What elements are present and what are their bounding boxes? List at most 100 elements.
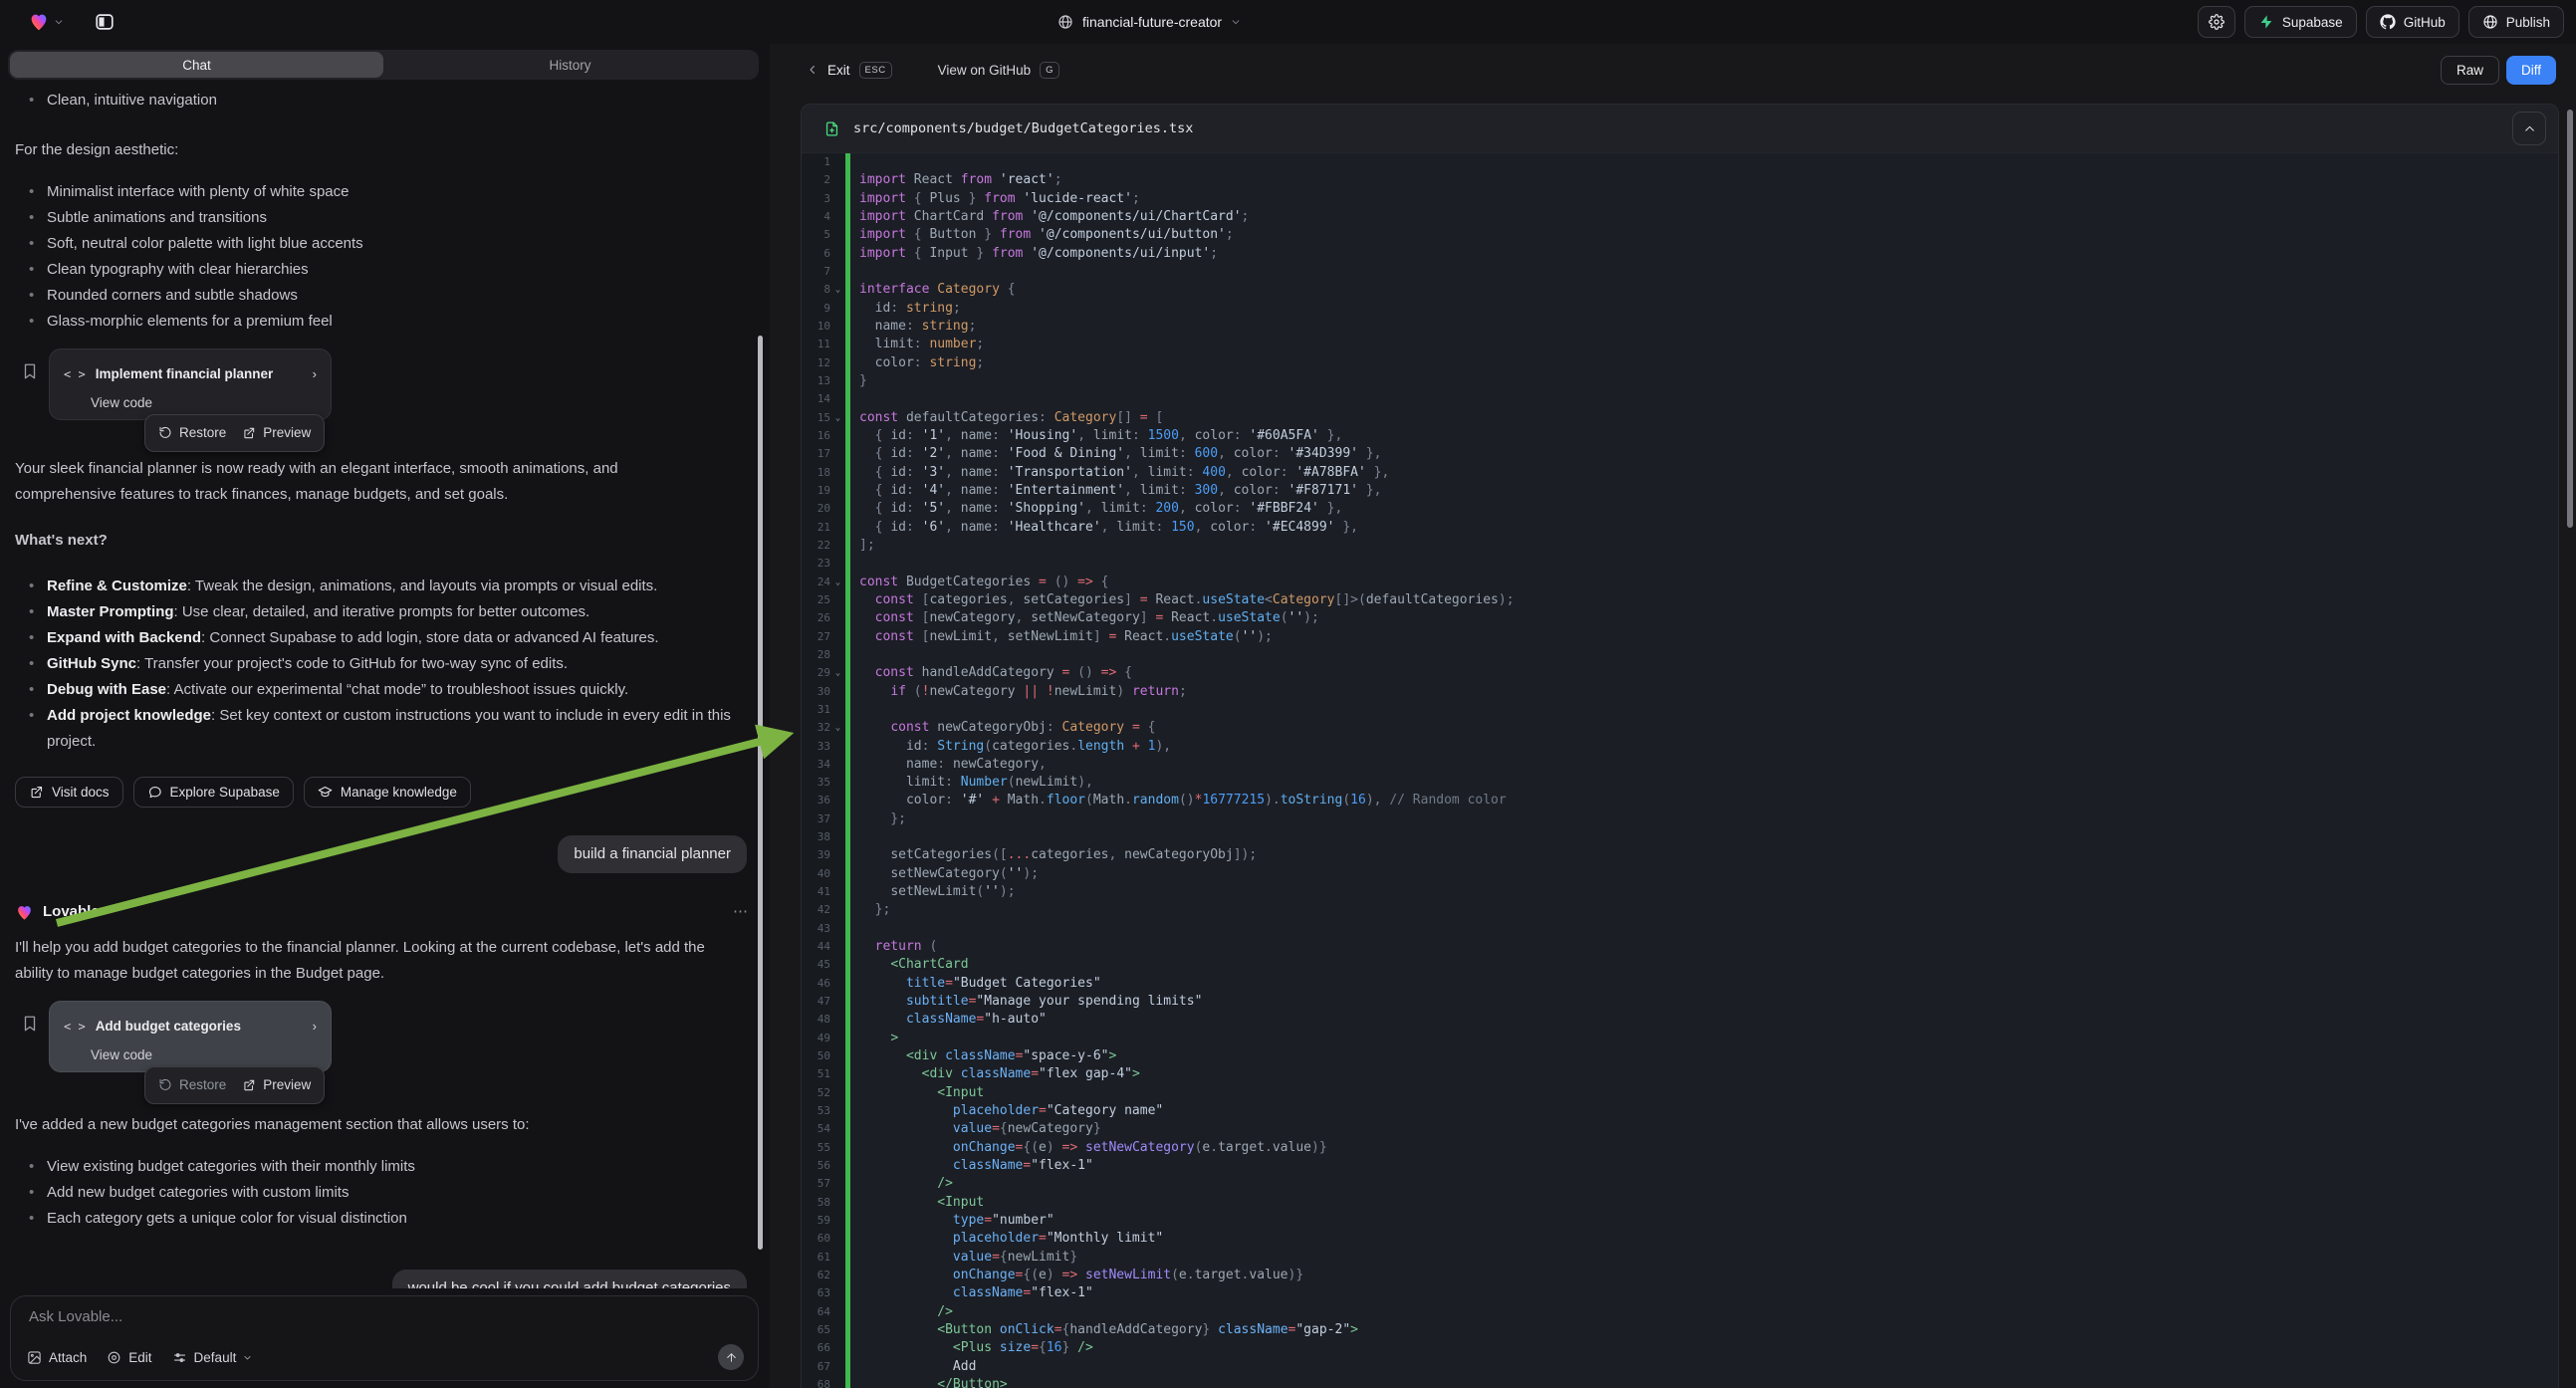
lovable-logo-menu[interactable] [28,11,64,33]
code-scrollbar-thumb[interactable] [2567,110,2573,528]
line-number: 47 [802,993,845,1011]
line-number: 38 [802,828,845,846]
line-number: 30 [802,683,845,701]
version-card-title: Implement financial planner [96,361,303,387]
fold-chevron-icon[interactable]: ⌄ [830,409,845,427]
external-link-icon [242,426,256,440]
code-editor: 12import React from 'react';3import { Pl… [802,153,2558,1388]
chevron-down-icon [243,1353,252,1362]
chat-transcript: Clean, intuitive navigation For the desi… [0,88,770,1288]
line-number: 60 [802,1230,845,1248]
project-switcher[interactable]: financial-future-creator [1057,0,1241,44]
chat-input[interactable] [29,1308,740,1325]
line-number: 16 [802,427,845,445]
code-line: 52 <Input [802,1084,2558,1102]
chevron-up-icon [2523,122,2536,135]
tab-history[interactable]: History [383,52,757,78]
lovable-heart-icon [15,903,34,922]
restore-button[interactable]: Restore [158,1072,226,1098]
list-item: GitHub Sync: Transfer your project's cod… [15,651,750,677]
line-number: 40 [802,865,845,883]
code-line: 10 name: string; [802,318,2558,336]
list-item: Soft, neutral color palette with light b… [15,231,750,257]
file-header[interactable]: src/components/budget/BudgetCategories.t… [802,105,2558,153]
version-card-add-budget-categories[interactable]: < > Add budget categories › View code [49,1001,332,1072]
code-line: 25 const [categories, setCategories] = R… [802,591,2558,609]
list-item: Refine & Customize: Tweak the design, an… [15,574,750,599]
visit-docs-button[interactable]: Visit docs [15,777,123,808]
code-line: 56 className="flex-1" [802,1157,2558,1175]
fold-chevron-icon[interactable]: ⌄ [830,664,845,682]
view-code-link[interactable]: View code [91,393,317,413]
list-item: Expand with Backend: Connect Supabase to… [15,625,750,651]
publish-button[interactable]: Publish [2468,6,2564,38]
message-menu-button[interactable]: ⋯ [733,899,750,925]
exit-button[interactable]: Exit ESC [807,62,892,79]
code-line: 66 <Plus size={16} /> [802,1339,2558,1357]
line-number: 20 [802,500,845,518]
code-line: 27 const [newLimit, setNewLimit] = React… [802,628,2558,646]
explore-supabase-button[interactable]: Explore Supabase [133,777,294,808]
code-line: 63 className="flex-1" [802,1284,2558,1302]
preview-button[interactable]: Preview [242,1072,311,1098]
supabase-button[interactable]: Supabase [2244,6,2357,38]
added-list: View existing budget categories with the… [15,1154,750,1232]
fold-chevron-icon[interactable]: ⌄ [830,281,845,299]
settings-button[interactable] [2198,6,2235,38]
line-number: 45 [802,956,845,974]
target-icon [107,1350,121,1365]
code-line: 41 setNewLimit(''); [802,883,2558,901]
view-on-github-button[interactable]: View on GitHub G [938,62,1059,79]
fold-chevron-icon[interactable]: ⌄ [830,574,845,591]
preview-button[interactable]: Preview [242,420,311,446]
line-number: 64 [802,1303,845,1321]
line-number: 29⌄ [802,664,845,682]
diff-toggle-button[interactable]: Diff [2506,56,2556,85]
code-line: 19 { id: '4', name: 'Entertainment', lim… [802,482,2558,500]
code-tag-icon: < > [64,1014,86,1040]
bookmark-icon[interactable] [21,1015,39,1033]
line-number: 19 [802,482,845,500]
version-card-implement-financial-planner[interactable]: < > Implement financial planner › View c… [49,348,332,420]
raw-toggle-button[interactable]: Raw [2441,56,2499,85]
mode-selector[interactable]: Default [172,1350,253,1365]
restore-button[interactable]: Restore [158,420,226,446]
chevron-right-icon: › [313,1014,317,1040]
manage-knowledge-button[interactable]: Manage knowledge [304,777,471,808]
image-icon [27,1350,42,1365]
line-number: 25 [802,591,845,609]
line-number: 27 [802,628,845,646]
bookmark-icon[interactable] [21,362,39,380]
code-line: 43 [802,920,2558,938]
code-line: 7 [802,263,2558,281]
send-button[interactable] [718,1344,744,1370]
code-panel: Exit ESC View on GitHub G Raw Diff src/c… [770,44,2576,1388]
code-line: 6import { Input } from '@/components/ui/… [802,245,2558,263]
code-tag-icon: < > [64,361,86,387]
sidebar-toggle-icon[interactable] [94,11,116,33]
code-line: 60 placeholder="Monthly limit" [802,1230,2558,1248]
code-line: 58 <Input [802,1194,2558,1212]
github-button[interactable]: GitHub [2366,6,2459,38]
code-line: 17 { id: '2', name: 'Food & Dining', lim… [802,445,2558,463]
view-code-link[interactable]: View code [91,1045,317,1065]
chat-scrollbar-thumb[interactable] [758,336,763,1250]
tab-chat[interactable]: Chat [10,52,383,78]
file-path: src/components/budget/BudgetCategories.t… [853,120,1193,136]
fold-chevron-icon[interactable]: ⌄ [830,719,845,737]
file-card: src/components/budget/BudgetCategories.t… [801,104,2559,1388]
code-line: 62 onChange={(e) => setNewLimit(e.target… [802,1267,2558,1284]
line-number: 56 [802,1157,845,1175]
line-number: 44 [802,938,845,956]
code-line: 39 setCategories([...categories, newCate… [802,846,2558,864]
line-number: 1 [802,153,845,171]
code-line: 51 <div className="flex gap-4"> [802,1065,2558,1083]
code-line: 45 <ChartCard [802,956,2558,974]
collapse-file-button[interactable] [2512,112,2546,145]
edit-button[interactable]: Edit [107,1350,151,1365]
line-number: 48 [802,1011,845,1029]
attach-button[interactable]: Attach [27,1350,87,1365]
line-number: 15⌄ [802,409,845,427]
line-number: 9 [802,300,845,318]
list-item: Subtle animations and transitions [15,205,750,231]
